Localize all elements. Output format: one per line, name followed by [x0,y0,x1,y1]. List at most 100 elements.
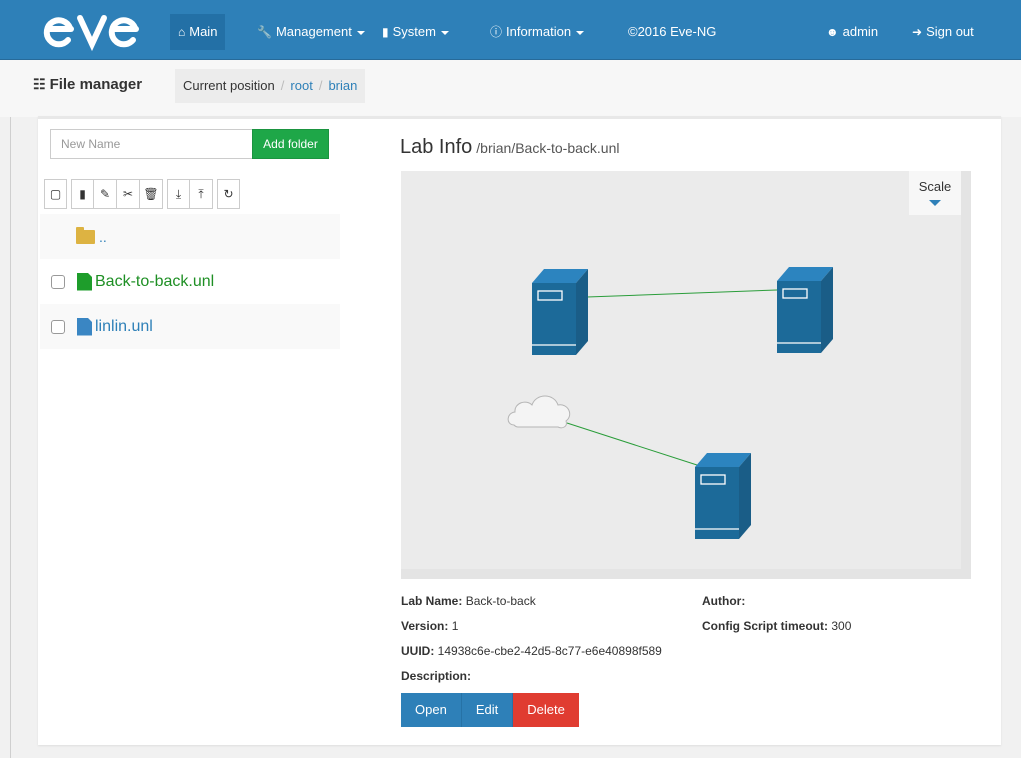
nav-system[interactable]: ▮ System [374,14,457,50]
breadcrumb-root[interactable]: root [290,78,312,93]
page-title: ☷ File manager [33,76,142,93]
wrench-icon: 🔧 [257,25,272,39]
caret-down-icon [929,200,941,206]
rename-button[interactable]: ✎ [94,179,117,209]
delete-button[interactable]: 🗑 [140,179,163,209]
sitemap-icon: ☷ [33,76,46,92]
add-folder-button[interactable]: Add folder [252,129,329,159]
file-checkbox[interactable] [51,319,65,334]
new-file-button[interactable]: ▮ [71,179,94,209]
parent-folder-row[interactable]: .. [40,214,340,259]
lab-uuid-value: 14938c6e-cbe2-42d5-8c77-e6e40898f589 [437,644,662,658]
link-line [586,289,778,298]
eve-logo[interactable] [40,6,150,54]
nav-main[interactable]: ⌂ Main [170,14,226,50]
nav-information-label: Information [506,24,572,39]
lab-info-path: /brian/Back-to-back.unl [476,140,620,156]
file-icon [77,317,92,336]
lab-uuid-row: UUID: 14938c6e-cbe2-42d5-8c77-e6e40898f5… [401,644,662,658]
lab-name-value: Back-to-back [465,594,536,608]
parent-folder-label: .. [99,228,107,245]
lab-description-row: Description: [401,669,471,683]
file-name[interactable]: Back-to-back.unl [95,273,214,291]
nav-user[interactable]: ☻ admin [818,14,886,50]
nav-system-label: System [392,24,436,39]
scale-button[interactable]: Scale [909,171,961,215]
upload-icon: ⤒ [198,186,204,201]
nav-management-label: Management [275,24,352,39]
select-group: ▢ [44,179,67,209]
download-icon: ⤓ [175,186,182,201]
transfer-group: ⤓ ⤒ [167,179,213,209]
lab-info-title: Lab Info [400,136,473,158]
header-bar [0,60,1021,117]
lab-info-heading: Lab Info/brian/Back-to-back.unl [400,136,619,159]
breadcrumb-separator: / [280,78,285,93]
nav-management[interactable]: 🔧 Management [249,14,373,50]
file-icon: ▮ [79,187,86,201]
folder-icon [76,226,95,244]
lab-author-label: Author: [702,594,746,608]
lab-timeout-label: Config Script timeout: [702,619,828,633]
link-line [566,422,698,466]
navbar: ⌂ Main 🔧 Management ▮ System ⓘ Information ©… [0,0,1021,60]
window-left-border [10,68,11,758]
select-all-button[interactable]: ▢ [44,179,67,209]
lab-description-label: Description: [401,669,472,683]
user-icon: ☻ [826,25,839,39]
chevron-down-icon [440,30,449,35]
list-item[interactable]: linlin.unl [40,304,340,349]
square-icon: ▢ [49,187,62,201]
chevron-down-icon [576,30,585,35]
breadcrumb-label: Current position [183,78,275,93]
chevron-down-icon [356,30,365,35]
page-title-label: File manager [49,76,143,93]
nav-user-label: admin [842,24,879,39]
delete-lab-button[interactable]: Delete [513,693,579,727]
download-button[interactable]: ⤓ [167,179,190,209]
file-name[interactable]: linlin.unl [95,318,153,336]
lab-uuid-label: UUID: [401,644,435,658]
file-checkbox[interactable] [51,274,65,289]
lab-timeout-value: 300 [831,619,852,633]
list-item[interactable]: Back-to-back.unl [40,259,340,304]
nav-main-label: Main [189,24,218,39]
trash-icon: 🗑 [143,187,159,201]
edit-button[interactable]: Edit [461,693,514,727]
breadcrumb-brian[interactable]: brian [328,78,357,93]
nav-signout-label: Sign out [926,24,974,39]
lab-version-value: 1 [451,619,459,633]
server-node-3 [695,453,751,539]
scissors-icon: ✂ [122,187,134,201]
file-toolbar: ▢ ▮ ✎ ✂ 🗑 ⤓ ⤒ ↻ [44,179,244,209]
lab-name-label: Lab Name: [401,594,463,608]
topology-svg [507,267,833,539]
lab-name-row: Lab Name: Back-to-back [401,594,536,608]
vertical-scrollbar[interactable] [961,171,971,569]
lab-actions: Open Edit Delete [401,693,579,727]
open-button[interactable]: Open [401,693,462,727]
lab-timeout-row: Config Script timeout: 300 [702,619,851,633]
cut-button[interactable]: ✂ [117,179,140,209]
book-icon: ▮ [382,25,389,39]
breadcrumb: Current position / root / brian [175,69,366,103]
file-icon [77,272,92,291]
new-name-input[interactable] [50,129,253,159]
upload-button[interactable]: ⤒ [190,179,213,209]
nav-signout[interactable]: ➜ Sign out [904,14,982,50]
refresh-button[interactable]: ↻ [217,179,240,209]
server-node-2 [777,267,833,353]
file-list: .. Back-to-back.unl linlin.unl [40,214,340,349]
nav-information[interactable]: ⓘ Information [482,14,592,50]
lab-version-row: Version: 1 [401,619,458,633]
lab-author-row: Author: [702,594,745,608]
lab-topology-canvas[interactable]: Scale [401,171,971,579]
home-icon: ⌂ [178,25,186,39]
horizontal-scrollbar[interactable] [401,569,971,579]
signout-icon: ➜ [912,25,923,39]
scale-label: Scale [918,179,952,194]
cloud-node [507,395,571,429]
nav-copyright[interactable]: ©2016 Eve-NG [620,14,724,50]
pencil-icon: ✎ [99,187,111,201]
lab-version-label: Version: [401,619,449,633]
